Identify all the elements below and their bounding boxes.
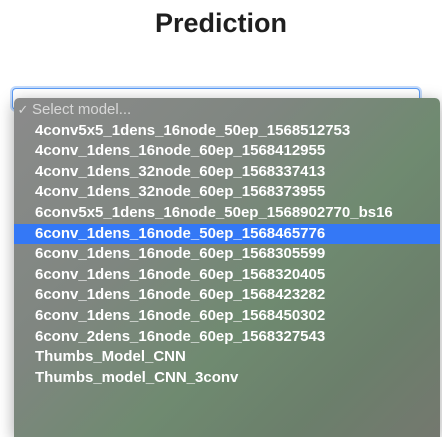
model-dropdown-menu[interactable]: ✓ Select model... 4conv5x5_1dens_16node_5… (14, 98, 440, 437)
model-option[interactable]: 6conv_1dens_16node_60ep_1568305599 (14, 244, 440, 265)
page-title: Prediction (154, 8, 288, 38)
model-option[interactable]: 6conv_1dens_16node_60ep_1568423282 (14, 285, 440, 306)
model-options-list: ✓ Select model... 4conv5x5_1dens_16node_5… (14, 100, 440, 388)
model-option[interactable]: 6conv_1dens_16node_60ep_1568450302 (14, 306, 440, 327)
model-option[interactable]: 6conv_2dens_16node_60ep_1568327543 (14, 327, 440, 348)
model-option[interactable]: 4conv_1dens_32node_60ep_1568373955 (14, 182, 440, 203)
model-option[interactable]: 4conv5x5_1dens_16node_50ep_1568512753 (14, 121, 440, 142)
model-option[interactable]: 4conv_1dens_32node_60ep_1568337413 (14, 162, 440, 183)
option-label: Select model... (32, 101, 132, 118)
model-option[interactable]: 6conv_1dens_16node_60ep_1568320405 (14, 265, 440, 286)
model-option[interactable]: 4conv_1dens_16node_60ep_1568412955 (14, 141, 440, 162)
model-option[interactable]: Thumbs_Model_CNN (14, 347, 440, 368)
option-placeholder[interactable]: ✓ Select model... (14, 100, 440, 121)
model-option[interactable]: Thumbs_model_CNN_3conv (14, 368, 440, 389)
checkmark-icon: ✓ (17, 102, 29, 117)
model-option[interactable]: 6conv5x5_1dens_16node_50ep_1568902770_bs… (14, 203, 440, 224)
model-option-highlighted[interactable]: 6conv_1dens_16node_50ep_1568465776 (14, 223, 440, 245)
